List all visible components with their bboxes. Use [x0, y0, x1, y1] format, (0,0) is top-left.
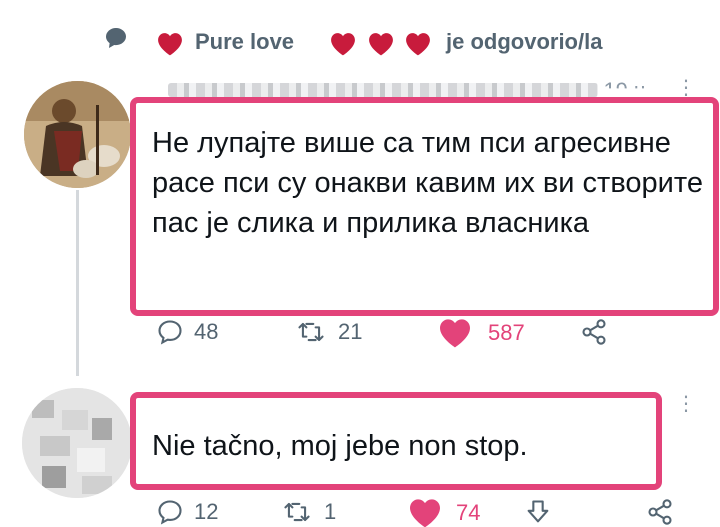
like-count: 587: [488, 320, 525, 345]
reply-button[interactable]: 12: [156, 498, 218, 526]
retweet-icon: [298, 322, 324, 342]
reply-context-header: Pure love je odgovorio/la: [0, 24, 720, 60]
reply-icon: [158, 500, 182, 525]
heart-icon: [157, 32, 183, 62]
retweet-count: 21: [338, 319, 363, 344]
reply-button[interactable]: 48: [156, 318, 218, 346]
heart-filled-icon: [440, 319, 470, 348]
retweet-button[interactable]: 1: [282, 498, 336, 526]
heart-icon: [368, 32, 394, 62]
reply-count: 12: [194, 499, 219, 524]
retweet-count: 1: [324, 499, 337, 524]
heart-icon: [330, 32, 356, 62]
avatar[interactable]: [22, 388, 132, 498]
like-button[interactable]: 74: [408, 498, 480, 527]
retweet-button[interactable]: 21: [296, 318, 362, 346]
responded-label: je odgovorio/la: [446, 29, 603, 54]
share-button[interactable]: [646, 498, 674, 526]
more-options-icon[interactable]: ⋮: [676, 394, 696, 414]
more-options-icon[interactable]: ⋮: [676, 78, 696, 98]
retweet-icon: [284, 502, 310, 522]
blurred-username: [168, 83, 598, 97]
reply-icon: [158, 320, 182, 345]
share-button[interactable]: [580, 318, 608, 346]
like-count: 74: [456, 500, 481, 525]
reply-count: 48: [194, 319, 219, 344]
dislike-button[interactable]: [524, 498, 552, 526]
like-button[interactable]: 587: [438, 318, 525, 348]
avatar[interactable]: [24, 81, 131, 188]
speech-bubble-icon: [104, 26, 128, 56]
heart-filled-icon: [410, 499, 440, 527]
thread-connector-line: [76, 190, 79, 376]
heart-icon: [405, 32, 431, 62]
comment-text: Nie tačno, moj jebe non stop.: [152, 430, 528, 462]
comment-text: Не лупајте више са тим пси агресивне рас…: [152, 127, 703, 239]
share-icon: [648, 499, 672, 525]
share-icon: [582, 319, 606, 345]
arrow-down-icon: [527, 500, 549, 523]
replier-name[interactable]: Pure love: [195, 29, 294, 55]
reply-thread: Pure love je odgovorio/la · 19 ч ⋮ Не лу…: [0, 0, 720, 527]
